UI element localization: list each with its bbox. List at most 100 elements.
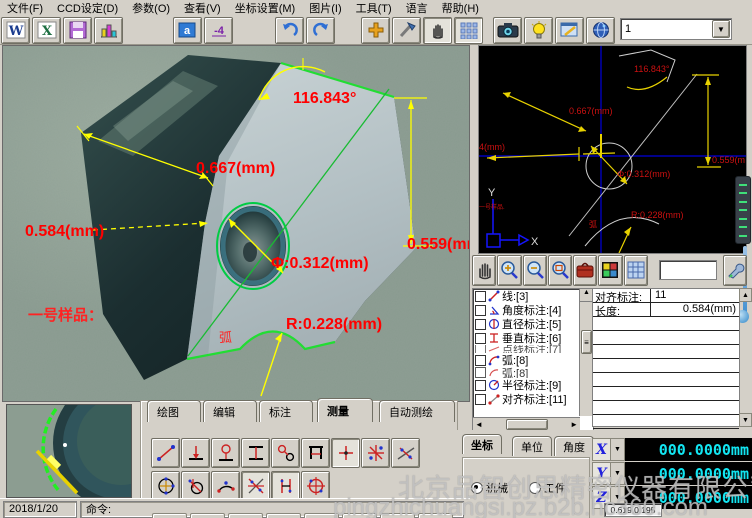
list-item[interactable]: 对齐标注:[11] [473,392,578,406]
target-circle-icon [306,476,326,496]
tab-coordinates[interactable]: 坐标 [462,434,502,454]
tab-annotate[interactable]: 标注 [259,400,313,422]
menu-view[interactable]: 查看(V) [177,0,228,17]
cad-settings-button[interactable] [723,255,747,286]
tab-units[interactable]: 单位 [512,436,552,456]
property-row[interactable]: 长度: 0.584(mm) [593,303,739,317]
checkbox[interactable] [475,291,486,302]
checkbox[interactable] [475,380,486,391]
note-button[interactable] [555,17,584,44]
checkbox[interactable] [475,355,486,366]
measure-angle-button[interactable] [391,438,420,468]
checkbox[interactable] [475,305,486,316]
redo-button[interactable] [306,17,335,44]
checkbox[interactable] [475,394,486,405]
chevron-down-icon[interactable]: ▼ [712,20,730,38]
radio-machine-coords[interactable]: 机械 [471,480,508,496]
menu-image[interactable]: 图片(I) [302,0,348,17]
menu-help[interactable]: 帮助(H) [435,0,486,17]
tab-draw[interactable]: 绘图 [147,400,201,422]
axis-x-dropdown[interactable]: ▼ [611,438,625,461]
measure-point-button[interactable] [331,438,360,468]
cad-label-length-right: 0.559(m [712,155,745,165]
cad-pan-button[interactable] [472,255,496,286]
undo-button[interactable] [275,17,304,44]
list-item[interactable]: 角度标注:[4] [473,303,578,317]
menu-parameters[interactable]: 参数(O) [125,0,177,17]
font-size-button[interactable]: -4 [204,17,233,44]
pan-tool-button[interactable] [423,17,452,44]
radio-workpiece-coords[interactable]: 工件 [529,480,566,496]
measure-circle-scan-button[interactable] [181,471,210,501]
save-icon [68,21,88,39]
property-scroll-up[interactable]: ▲ [739,288,752,302]
object-list-vscroll[interactable]: ▲ ≡ [579,289,593,416]
measure-intersect-button[interactable] [361,438,390,468]
light-button[interactable] [524,17,553,44]
measure-line-button[interactable] [151,438,180,468]
property-scroll-down[interactable]: ▼ [739,413,752,427]
list-item[interactable]: 直径标注:[5] [473,317,578,331]
capture-button[interactable] [493,17,522,44]
cad-tools-bag-button[interactable] [573,255,597,286]
list-item[interactable]: 半径标注:[9] [473,378,578,392]
tab-auto-measure[interactable]: 自动测绘 [379,400,455,422]
save-button[interactable] [63,17,92,44]
circle-to-line-icon [216,443,236,463]
cad-filter-input[interactable] [659,260,717,280]
menu-tools[interactable]: 工具(T) [349,0,399,17]
checkbox[interactable] [475,319,486,330]
checkbox[interactable] [475,333,486,344]
menu-ccd-settings[interactable]: CCD设定(D) [50,0,125,17]
list-item[interactable]: 弧:[8] [473,367,578,378]
tab-edit[interactable]: 编辑 [203,400,257,422]
cad-grid-button[interactable] [624,255,648,286]
pick-tool-button[interactable] [392,17,421,44]
measure-point-line-button[interactable] [181,438,210,468]
grid-tool-button[interactable] [454,17,483,44]
measure-arc-button[interactable] [211,471,240,501]
measure-circle-button[interactable] [151,471,180,501]
light-level-indicator[interactable] [735,176,751,244]
chart-button[interactable] [94,17,123,44]
checkbox[interactable] [475,345,486,353]
export-excel-button[interactable]: X [32,17,61,44]
tab-measure[interactable]: 测量 [317,398,373,422]
web-button[interactable] [586,17,615,44]
cad-layout-button[interactable] [598,255,622,286]
menu-coord-settings[interactable]: 坐标设置(M) [228,0,303,17]
cross-diagonal-icon [246,476,266,496]
measurement-object-list[interactable]: 线:[3] 角度标注:[4] 直径标注:[5] 垂直标注:[6] 点线标注:[7 [472,288,594,432]
crosshair-tool-button[interactable] [361,17,390,44]
list-item[interactable]: 弧:[8] [473,353,578,367]
list-item[interactable]: 点线标注:[7] [473,345,578,353]
property-table[interactable]: 对齐标注: 11 长度: 0.584(mm) [592,288,740,427]
measure-width-button[interactable] [301,438,330,468]
cad-zoom-out-button[interactable] [523,255,547,286]
measure-circle-line-button[interactable] [211,438,240,468]
cad-drawing-view[interactable]: Y X 116.843° 0.667(mm) 4(mm) 0.559(m Φ:0… [478,45,747,254]
checkbox[interactable] [475,367,486,378]
cad-zoom-window-button[interactable] [548,255,572,286]
object-list-hscroll[interactable]: ◄ ► [473,417,580,431]
menu-file[interactable]: 文件(F) [0,0,50,17]
tab-angle[interactable]: 角度 [554,436,594,456]
annotation-radius: R:0.228(mm) [286,316,382,333]
camera-zoom-thumbnail[interactable] [6,404,132,498]
cad-zoom-in-button[interactable] [497,255,521,286]
list-item[interactable]: 线:[3] [473,289,578,303]
measure-line-line-button[interactable] [241,438,270,468]
menu-language[interactable]: 语言 [399,0,435,17]
camera-live-view[interactable]: 116.843° 0.667(mm) 0.584(mm) 0.559(mm Φ:… [2,45,470,402]
font-style-button[interactable]: a [173,17,202,44]
export-word-button[interactable]: W [1,17,30,44]
measure-cross-construct-button[interactable] [241,471,270,501]
line-to-line-icon [246,443,266,463]
measure-target-button[interactable] [301,471,330,501]
measure-circle-circle-button[interactable] [271,438,300,468]
measure-parallel-button[interactable] [271,471,300,501]
axis-y-dropdown[interactable]: ▼ [611,462,625,485]
magnification-value: 1 [621,23,712,35]
list-item[interactable]: 垂直标注:[6] [473,331,578,345]
magnification-select[interactable]: 1 ▼ [620,18,730,38]
